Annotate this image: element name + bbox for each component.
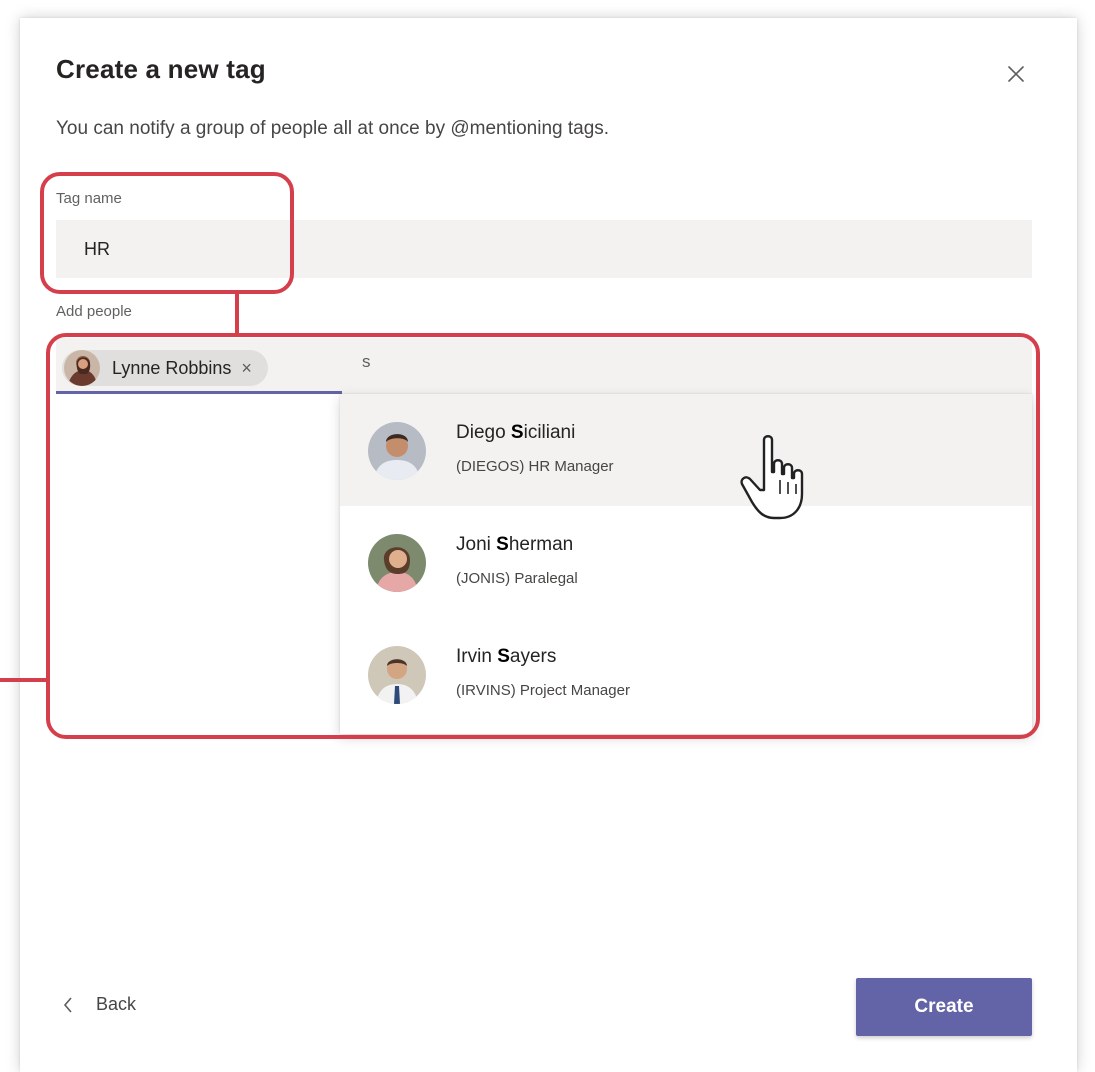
screenshot-stage: Create a new tag You can notify a group … [0,0,1095,1072]
avatar [368,534,426,592]
chevron-left-icon [63,996,72,1013]
create-button[interactable]: Create [856,978,1032,1036]
people-search-text[interactable]: s [362,352,371,372]
avatar [368,422,426,480]
selected-person-chip[interactable]: Lynne Robbins × [62,350,268,386]
chip-name: Lynne Robbins [112,357,232,378]
suggestion-item[interactable]: Diego Siciliani (DIEGOS) HR Manager [340,394,1032,506]
suggestion-name: Joni Sherman [456,534,574,555]
avatar [368,646,426,704]
back-button[interactable]: Back [62,994,136,1015]
suggestion-detail: (JONIS) Paralegal [456,570,578,587]
add-people-label: Add people [56,303,132,320]
tag-name-label: Tag name [56,190,122,207]
suggestion-item[interactable]: Irvin Sayers (IRVINS) Project Manager [340,618,1032,730]
suggestion-detail: (IRVINS) Project Manager [456,682,630,699]
focus-underline [56,391,342,394]
create-tag-dialog: Create a new tag You can notify a group … [20,18,1077,1072]
suggestion-name: Diego Siciliani [456,422,576,443]
chip-remove-icon[interactable]: × [241,358,252,379]
dialog-title: Create a new tag [56,54,266,84]
suggestion-name: Irvin Sayers [456,646,557,667]
people-suggestions-dropdown: Diego Siciliani (DIEGOS) HR Manager Joni… [340,394,1032,734]
tag-name-input[interactable] [56,220,1032,278]
add-people-input[interactable]: Lynne Robbins × s [56,338,1032,394]
avatar [64,350,100,386]
dialog-subtitle: You can notify a group of people all at … [56,118,610,139]
suggestion-item[interactable]: Joni Sherman (JONIS) Paralegal [340,506,1032,618]
suggestion-detail: (DIEGOS) HR Manager [456,458,614,475]
back-label: Back [96,994,137,1014]
close-icon[interactable] [1004,62,1028,86]
